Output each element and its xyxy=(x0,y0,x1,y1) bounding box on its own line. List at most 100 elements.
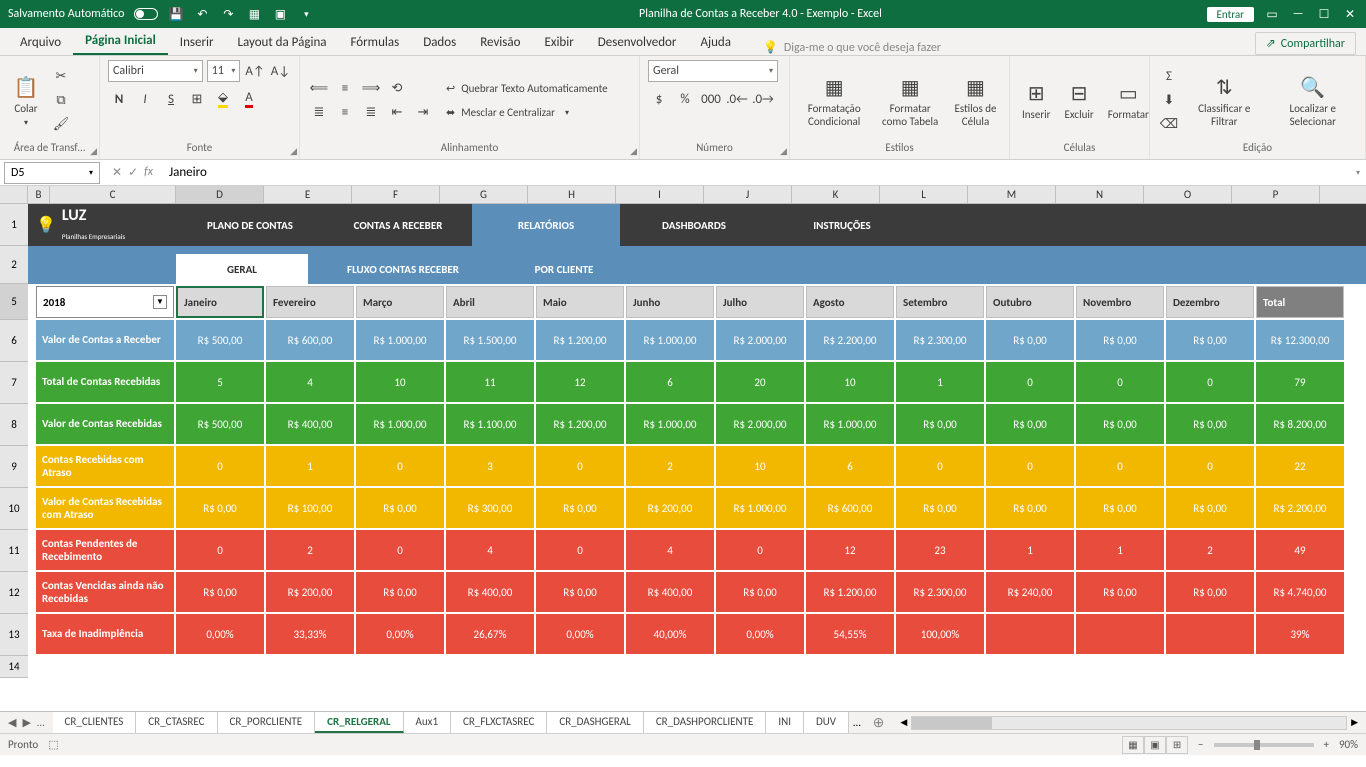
wrap-text-button[interactable]: ↩Quebrar Texto Automaticamente xyxy=(440,78,631,100)
data-cell[interactable]: R$ 1.200,00 xyxy=(536,320,624,360)
nav-instrucoes[interactable]: INSTRUÇÕES xyxy=(768,204,916,246)
login-button[interactable]: Entrar xyxy=(1207,7,1254,22)
data-cell[interactable]: R$ 400,00 xyxy=(626,572,714,612)
subnav-fluxo[interactable]: FLUXO CONTAS RECEBER xyxy=(308,254,498,284)
indent-inc-icon[interactable]: ⇥ xyxy=(412,102,434,124)
month-header[interactable]: Dezembro xyxy=(1166,286,1254,318)
data-cell[interactable]: 1 xyxy=(986,530,1074,570)
data-cell[interactable]: 5 xyxy=(176,362,264,402)
align-right-icon[interactable]: ≣ xyxy=(360,102,382,124)
font-dialog-icon[interactable]: ◢ xyxy=(290,146,297,157)
data-cell[interactable]: R$ 0,00 xyxy=(1166,320,1254,360)
data-cell[interactable]: 2 xyxy=(266,530,354,570)
font-name-combo[interactable]: Calibri▾ xyxy=(108,60,203,82)
tab-exibir[interactable]: Exibir xyxy=(532,30,585,55)
data-cell[interactable]: 22 xyxy=(1256,446,1344,486)
data-cell[interactable]: R$ 200,00 xyxy=(626,488,714,528)
find-select-button[interactable]: 🔍Localizar e Selecionar xyxy=(1269,71,1357,129)
sheet-more-icon[interactable]: … xyxy=(37,716,45,729)
nav-relatorios[interactable]: RELATÓRIOS xyxy=(472,204,620,246)
col-header[interactable]: F xyxy=(352,186,440,203)
data-cell[interactable]: 39% xyxy=(1256,614,1344,654)
dec-decimal-icon[interactable]: .0→ xyxy=(752,88,774,110)
font-size-combo[interactable]: 11▾ xyxy=(207,60,241,82)
zoom-out-icon[interactable]: − xyxy=(1198,738,1203,751)
data-cell[interactable]: 0 xyxy=(1166,446,1254,486)
sheet-tab[interactable]: CR_DASHGERAL xyxy=(547,712,643,733)
select-all-corner[interactable] xyxy=(0,186,28,203)
align-bottom-icon[interactable]: ⟹ xyxy=(360,78,382,100)
data-cell[interactable]: R$ 12.300,00 xyxy=(1256,320,1344,360)
number-format-combo[interactable]: Geral▾ xyxy=(648,60,778,82)
col-header[interactable]: D xyxy=(176,186,264,203)
subnav-cliente[interactable]: POR CLIENTE xyxy=(498,254,630,284)
tab-pagina-inicial[interactable]: Página Inicial xyxy=(73,28,168,55)
row-header[interactable]: 9 xyxy=(0,446,28,488)
data-cell[interactable]: R$ 600,00 xyxy=(266,320,354,360)
data-cell[interactable]: R$ 0,00 xyxy=(1166,404,1254,444)
align-center-icon[interactable]: ≡ xyxy=(334,102,356,124)
data-cell[interactable]: R$ 0,00 xyxy=(986,488,1074,528)
data-cell[interactable]: R$ 0,00 xyxy=(1076,404,1164,444)
autosave-toggle[interactable] xyxy=(134,8,158,20)
data-cell[interactable]: R$ 400,00 xyxy=(446,572,534,612)
tab-layout[interactable]: Layout da Página xyxy=(226,30,339,55)
qat-more-icon[interactable]: ▾ xyxy=(298,6,314,22)
new-sheet-icon[interactable]: ⊕ xyxy=(865,714,893,731)
autosum-icon[interactable]: Σ xyxy=(1158,66,1180,88)
sheet-tab[interactable]: CR_FLXCTASREC xyxy=(451,712,547,733)
data-cell[interactable]: R$ 400,00 xyxy=(266,404,354,444)
data-cell[interactable]: 10 xyxy=(356,362,444,402)
data-cell[interactable]: 40,00% xyxy=(626,614,714,654)
month-header[interactable]: Fevereiro xyxy=(266,286,354,318)
sheet-tab[interactable]: INI xyxy=(766,712,804,733)
expand-fbar-icon[interactable]: ▾ xyxy=(1350,168,1366,178)
data-cell[interactable]: R$ 1.000,00 xyxy=(626,404,714,444)
nav-dashboards[interactable]: DASHBOARDS xyxy=(620,204,768,246)
data-cell[interactable]: R$ 2.000,00 xyxy=(716,404,804,444)
data-cell[interactable]: R$ 0,00 xyxy=(1076,320,1164,360)
bold-icon[interactable]: N xyxy=(108,88,130,110)
data-cell[interactable]: 4 xyxy=(266,362,354,402)
data-cell[interactable]: 0 xyxy=(896,446,984,486)
data-cell[interactable]: 10 xyxy=(716,446,804,486)
data-cell[interactable]: 54,55% xyxy=(806,614,894,654)
format-cells-button[interactable]: ▭Formatar xyxy=(1104,77,1153,123)
data-cell[interactable]: R$ 1.100,00 xyxy=(446,404,534,444)
worksheet-grid[interactable]: B C D E F G H I J K L M N O P 1 2 5 6 7 … xyxy=(0,186,1366,711)
data-cell[interactable]: R$ 2.300,00 xyxy=(896,572,984,612)
data-cell[interactable]: R$ 1.000,00 xyxy=(356,404,444,444)
col-header[interactable]: E xyxy=(264,186,352,203)
align-dialog-icon[interactable]: ◢ xyxy=(630,146,637,157)
data-cell[interactable]: R$ 1.000,00 xyxy=(356,320,444,360)
delete-cells-button[interactable]: ⊟Excluir xyxy=(1061,77,1098,123)
data-cell[interactable]: 4 xyxy=(626,530,714,570)
data-cell[interactable]: 49 xyxy=(1256,530,1344,570)
data-cell[interactable]: 0 xyxy=(356,446,444,486)
tab-desenvolvedor[interactable]: Desenvolvedor xyxy=(586,30,689,55)
col-header[interactable]: O xyxy=(1144,186,1232,203)
data-cell[interactable]: 0 xyxy=(1076,362,1164,402)
row-header[interactable]: 2 xyxy=(0,246,28,284)
data-cell[interactable]: 33,33% xyxy=(266,614,354,654)
data-cell[interactable]: 12 xyxy=(536,362,624,402)
month-header[interactable]: Maio xyxy=(536,286,624,318)
data-cell[interactable]: R$ 0,00 xyxy=(1166,572,1254,612)
data-cell[interactable]: R$ 0,00 xyxy=(986,404,1074,444)
col-header[interactable]: K xyxy=(792,186,880,203)
data-cell[interactable]: R$ 0,00 xyxy=(536,572,624,612)
row-header[interactable]: 10 xyxy=(0,488,28,530)
data-cell[interactable]: 1 xyxy=(266,446,354,486)
data-cell[interactable]: 6 xyxy=(626,362,714,402)
data-cell[interactable]: R$ 0,00 xyxy=(1076,572,1164,612)
formula-input[interactable]: Janeiro xyxy=(161,165,1350,180)
data-cell[interactable]: 0 xyxy=(1166,362,1254,402)
cell-styles-button[interactable]: ▦Estilos de Célula xyxy=(950,71,1001,129)
insert-cells-button[interactable]: ⊞Inserir xyxy=(1018,77,1055,123)
month-header[interactable]: Janeiro xyxy=(176,286,264,318)
col-header[interactable]: N xyxy=(1056,186,1144,203)
row-header[interactable]: 1 xyxy=(0,204,28,246)
underline-icon[interactable]: S xyxy=(160,88,182,110)
data-cell[interactable]: 26,67% xyxy=(446,614,534,654)
data-cell[interactable]: R$ 0,00 xyxy=(356,572,444,612)
